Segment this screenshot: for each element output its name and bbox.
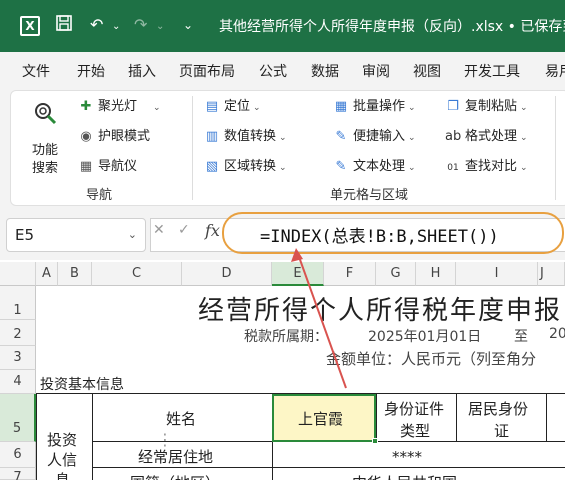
annotation-arrow: [291, 248, 347, 389]
